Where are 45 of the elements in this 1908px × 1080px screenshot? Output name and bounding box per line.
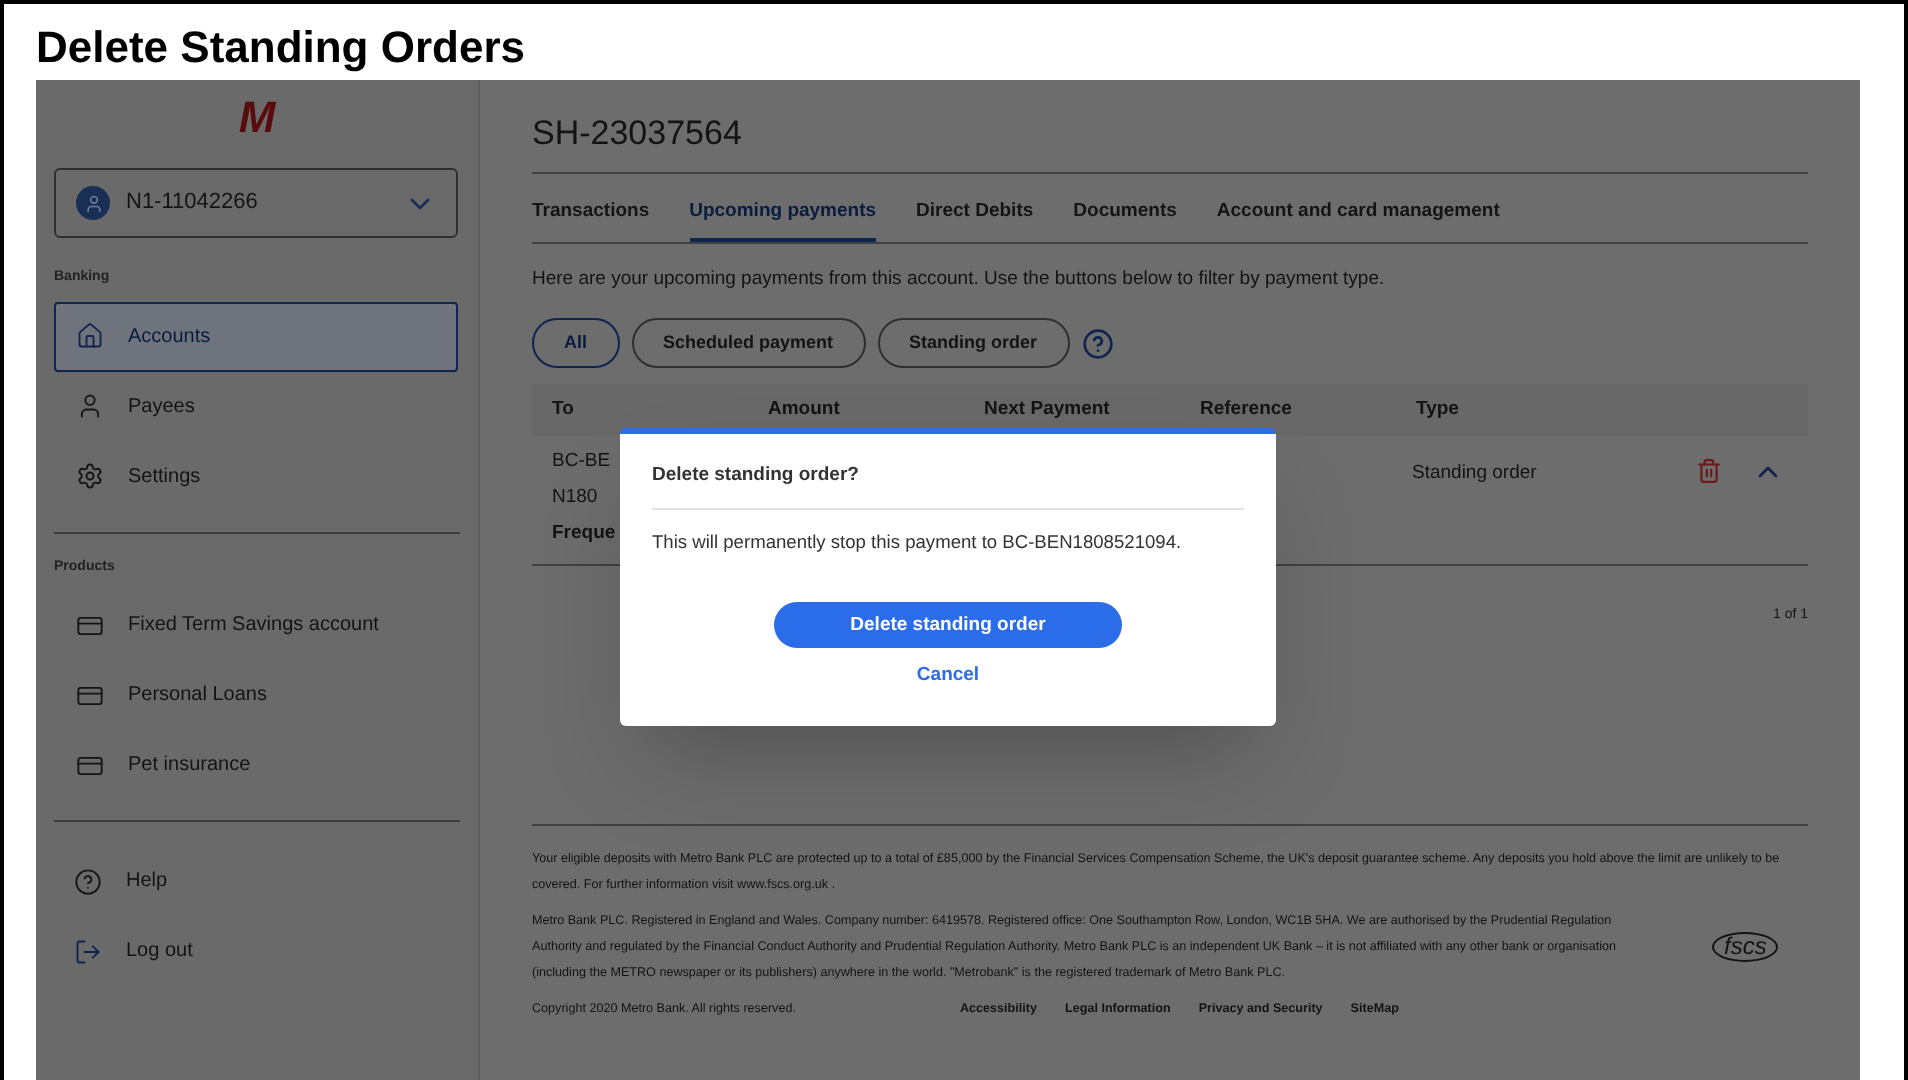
column-header: To [552, 395, 576, 424]
sidebar-item[interactable]: Help [54, 846, 458, 916]
tab[interactable]: Account and card management [1216, 197, 1500, 242]
sidebar-item[interactable]: Accounts [54, 301, 458, 371]
filter-chip[interactable]: Scheduled payment [631, 318, 866, 368]
logo: M [238, 96, 276, 140]
sidebar-item[interactable]: Settings [54, 441, 458, 511]
column-header: Type [1416, 395, 1459, 424]
table-cell-text: BC-BEN180 [552, 448, 613, 512]
sidebar-item[interactable]: Pet insurance [54, 730, 458, 800]
filter-chip[interactable]: All [532, 318, 620, 368]
column-header: Amount [768, 395, 842, 424]
sidebar-item[interactable]: Personal Loans [54, 660, 458, 730]
sidebar-item[interactable]: Log out [54, 916, 458, 986]
account-selector[interactable]: N1-11042266 [54, 168, 458, 238]
card-icon [76, 611, 104, 639]
account-number-title: SH-23037564 [532, 108, 1808, 173]
tab[interactable]: Direct Debits [916, 197, 1034, 242]
card-icon [76, 681, 104, 709]
card-icon [76, 751, 104, 779]
tab[interactable]: Transactions [532, 197, 650, 242]
table-cell-text: Standing order [1412, 460, 1537, 488]
help-icon[interactable] [1081, 327, 1114, 359]
person-icon [76, 392, 104, 420]
help-icon [74, 867, 102, 895]
home-icon [76, 322, 104, 350]
dialog-title: Delete standing order? [652, 462, 1244, 511]
trash-icon[interactable] [1696, 458, 1723, 484]
tab[interactable]: Documents [1073, 197, 1177, 242]
page-heading: Delete Standing Orders [34, 20, 528, 76]
detail-label: Freque [552, 520, 616, 548]
settings-icon [76, 462, 104, 490]
avatar-icon [76, 186, 110, 220]
delete-button[interactable]: Delete standing order [774, 602, 1122, 649]
column-header: Next Payment [984, 395, 1112, 424]
logout-icon [74, 937, 102, 965]
cancel-link[interactable]: Cancel [916, 662, 980, 691]
fscs-logo: fscs [1712, 931, 1779, 962]
tab[interactable]: Upcoming payments [689, 197, 877, 242]
description-text: Here are your upcoming payments from this account. Use the buttons below to filter by payment type. [532, 265, 1387, 294]
sidebar-item[interactable]: Fixed Term Savings account [54, 590, 458, 660]
sidebar-item[interactable]: Payees [54, 371, 458, 441]
filter-chip[interactable]: Standing order [877, 318, 1070, 368]
column-header: Reference [1200, 395, 1294, 424]
dialog-message: This will permanently stop this payment to BC-BEN1808521094. [652, 530, 1184, 557]
